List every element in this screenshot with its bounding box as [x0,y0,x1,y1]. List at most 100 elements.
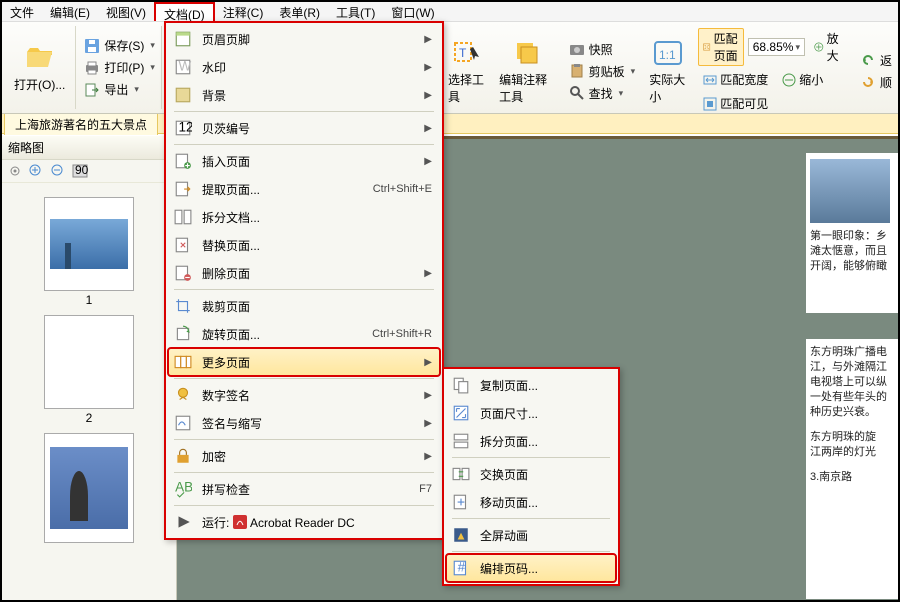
thumbnails-header: 缩略图 [2,136,176,160]
select-tool-button[interactable]: T 选择工具 [442,26,491,116]
sign-icon [174,386,192,404]
menu-item-split[interactable]: 拆分文档... [168,203,440,231]
fit-visible-button[interactable]: 匹配可见 [698,93,773,114]
menu-item-move[interactable]: 移动页面... [446,488,616,516]
menu-item-run[interactable]: 运行: Acrobat Reader DC [168,508,440,536]
menu-item-abbr[interactable]: 签名与缩写▶ [168,409,440,437]
fit-width-button[interactable]: 匹配宽度 [698,69,773,90]
document-tab[interactable]: 上海旅游著名的五大景点 [4,113,158,135]
menu-item-label: 水印 [202,59,414,76]
menu-item-lock[interactable]: 加密 ▶ [168,442,440,470]
menu-item-sign[interactable]: 数字签名▶ [168,381,440,409]
menu-item-crop[interactable]: 裁剪页面 [168,292,440,320]
menu-item-label: 加密 [202,448,414,465]
submenu-arrow: ▶ [424,451,432,462]
menu-item-bg[interactable]: 背景▶ [168,81,440,109]
zoom-minus-icon[interactable] [50,163,66,179]
page-text: 东方明珠广播电 江，与外滩隔江 电视塔上可以纵 一处有些年头的 种历史兴衰。 [810,345,894,420]
menu-窗口(W)[interactable]: 窗口(W) [383,2,442,21]
menu-item-anim[interactable]: 全屏动画 [446,521,616,549]
export-button[interactable]: 导出▾ [82,80,157,99]
menu-编辑(E)[interactable]: 编辑(E) [42,2,98,21]
thumbnails-toolbar: 90 [2,160,176,183]
menu-item-hdr[interactable]: 页眉页脚▶ [168,25,440,53]
menu-item-insert[interactable]: 插入页面▶ [168,147,440,175]
page-preview-1: 第一眼印象：乡 滩太惬意，而且 开阔，能够俯瞰 [806,153,898,313]
menu-item-spell[interactable]: ABC拼写检查F7 [168,475,440,503]
menu-item-label: 更多页面 [202,354,414,371]
thumbnail-2[interactable] [44,315,134,409]
rotate-90-icon[interactable]: 90 [72,164,92,178]
menu-item-replace[interactable]: 替换页面... [168,231,440,259]
edit-annot-label: 编辑注释工具 [499,71,555,105]
menu-文件[interactable]: 文件 [2,2,42,21]
find-button[interactable]: 查找▾ [567,84,638,103]
menu-item-extract[interactable]: 提取页面...Ctrl+Shift+E [168,175,440,203]
zoom-value-select[interactable]: 68.85%▾ [748,38,805,56]
submenu-arrow: ▶ [424,62,432,73]
rotate-back-button[interactable]: 返 [858,51,894,70]
thumbnails-panel: 缩略图 90 1 2 [2,136,177,600]
zoom-in-button[interactable]: 放大 [809,28,848,66]
ribbon-toolbar: 打开(O)... 保存(S)▾ 打印(P)▾ 导出▾ 独占模式 属性(P... … [2,22,898,114]
zoom-in-label: 放大 [827,30,843,64]
layers-icon [511,37,543,69]
zoom-out-button[interactable]: 缩小 [777,69,828,90]
menu-item-delete[interactable]: 删除页面▶ [168,259,440,287]
menu-item-label: 拼写检查 [202,481,409,498]
menu-item-split2[interactable]: 拆分页面... [446,427,616,455]
split-icon [174,208,192,226]
menu-item-label: 签名与缩写 [202,415,414,432]
menu-item-more[interactable]: 更多页面▶ [168,348,440,376]
hdr-icon [174,30,192,48]
fit-width-icon [703,73,717,87]
page-image [810,159,890,223]
menu-item-label: 页面尺寸... [480,405,608,422]
floppy-icon [84,38,100,54]
extract-icon [174,180,192,198]
dup-icon [452,376,470,394]
print-button[interactable]: 打印(P)▾ [82,58,157,77]
bg-icon [174,86,192,104]
menu-item-label: 提取页面... [202,181,363,198]
gear-icon[interactable] [8,164,22,178]
menu-工具(T)[interactable]: 工具(T) [328,2,383,21]
actual-size-button[interactable]: 1:1 实际大小 [643,26,692,116]
document-tab-bar: 上海旅游著名的五大景点 [2,114,898,134]
shortcut: F7 [419,483,432,495]
minus-circle-icon [782,73,796,87]
menu-文档(D)[interactable]: 文档(D) [154,2,215,21]
thumbnails-title: 缩略图 [8,141,44,155]
menu-item-dup[interactable]: 复制页面... [446,371,616,399]
edit-annot-button[interactable]: 编辑注释工具 [493,26,561,116]
menu-item-number[interactable]: #编排页码... [446,554,616,582]
menu-item-size[interactable]: 页面尺寸... [446,399,616,427]
menu-item-label: 替换页面... [202,237,432,254]
print-label: 打印(P) [104,59,144,76]
menu-item-label: 交换页面 [480,466,608,483]
zoom-plus-icon[interactable] [28,163,44,179]
rotate-fwd-button[interactable]: 顺 [858,73,894,92]
crop-icon [174,297,192,315]
menu-注释(C)[interactable]: 注释(C) [215,2,272,21]
menu-item-water[interactable]: W水印▶ [168,53,440,81]
thumbnail-1[interactable] [44,197,134,291]
menu-item-label: 删除页面 [202,265,414,282]
submenu-arrow: ▶ [424,90,432,101]
thumbnail-3[interactable] [44,433,134,543]
menu-item-bates[interactable]: 12贝茨编号▶ [168,114,440,142]
svg-text:90: 90 [75,164,89,177]
plus-circle-icon [814,40,824,54]
fit-page-button[interactable]: 匹配页面 [698,28,744,66]
save-button[interactable]: 保存(S)▾ [82,36,157,55]
menu-item-swap[interactable]: 交换页面 [446,460,616,488]
svg-text:12: 12 [179,119,193,134]
menu-item-label: 全屏动画 [480,527,608,544]
menu-item-rotate[interactable]: 旋转页面...Ctrl+Shift+R [168,320,440,348]
menu-表单(R)[interactable]: 表单(R) [271,2,328,21]
clipboard-button[interactable]: 剪贴板▾ [567,62,638,81]
bates-icon: 12 [174,119,192,137]
snapshot-button[interactable]: 快照 [567,40,638,59]
menu-视图(V)[interactable]: 视图(V) [98,2,154,21]
open-button[interactable]: 打开(O)... [8,38,71,97]
